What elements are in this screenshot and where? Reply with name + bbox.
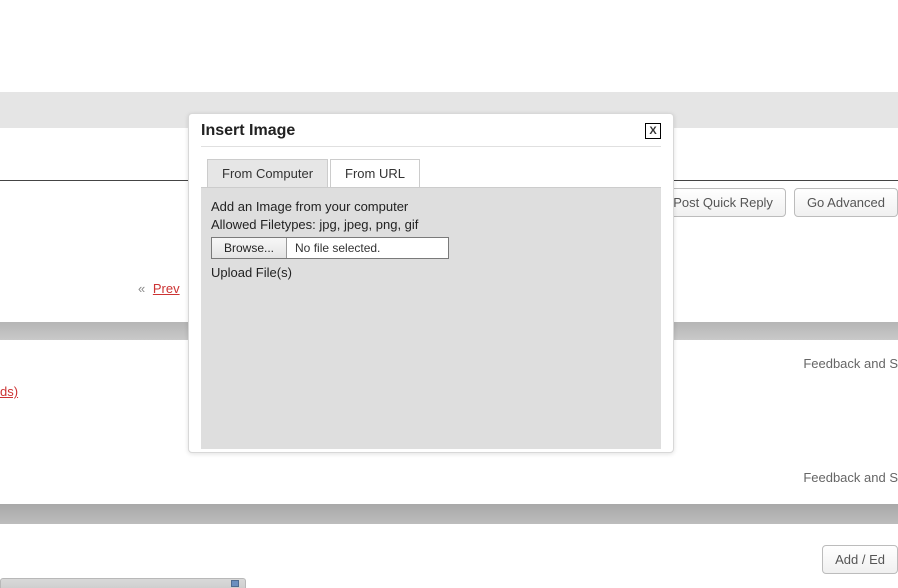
close-button[interactable]: X <box>645 123 661 139</box>
feedback-text: Feedback and S <box>803 356 898 371</box>
dialog-title: Insert Image <box>201 122 295 140</box>
partial-link[interactable]: ds) <box>0 384 18 399</box>
dialog-body: Add an Image from your computer Allowed … <box>201 187 661 449</box>
background-band <box>0 504 898 524</box>
dialog-divider <box>201 146 661 147</box>
window-icon <box>231 580 239 587</box>
dialog-header: Insert Image X <box>189 114 673 146</box>
chevron-left-icon: « <box>138 281 145 296</box>
upload-instruction: Add an Image from your computer <box>211 198 651 216</box>
taskbar-window-stub[interactable] <box>0 578 246 588</box>
file-input[interactable]: Browse... No file selected. <box>211 237 449 259</box>
post-quick-reply-button[interactable]: Post Quick Reply <box>660 188 786 217</box>
pagination-prev: « Prev <box>138 281 180 296</box>
prev-link[interactable]: Prev <box>153 281 180 296</box>
tab-from-url[interactable]: From URL <box>330 159 420 187</box>
browse-button[interactable]: Browse... <box>212 238 287 258</box>
insert-image-dialog: Insert Image X From Computer From URL Ad… <box>188 113 674 453</box>
add-edit-button[interactable]: Add / Ed <box>822 545 898 574</box>
allowed-filetypes: Allowed Filetypes: jpg, jpeg, png, gif <box>211 216 651 234</box>
go-advanced-button[interactable]: Go Advanced <box>794 188 898 217</box>
file-status-text: No file selected. <box>287 238 448 258</box>
feedback-text: Feedback and S <box>803 470 898 485</box>
reply-button-row: Post Quick Reply Go Advanced <box>660 188 898 217</box>
close-icon: X <box>649 126 656 137</box>
upload-files-button[interactable]: Upload File(s) <box>211 265 651 280</box>
tab-from-computer[interactable]: From Computer <box>207 159 328 187</box>
dialog-tabs: From Computer From URL <box>207 159 673 187</box>
